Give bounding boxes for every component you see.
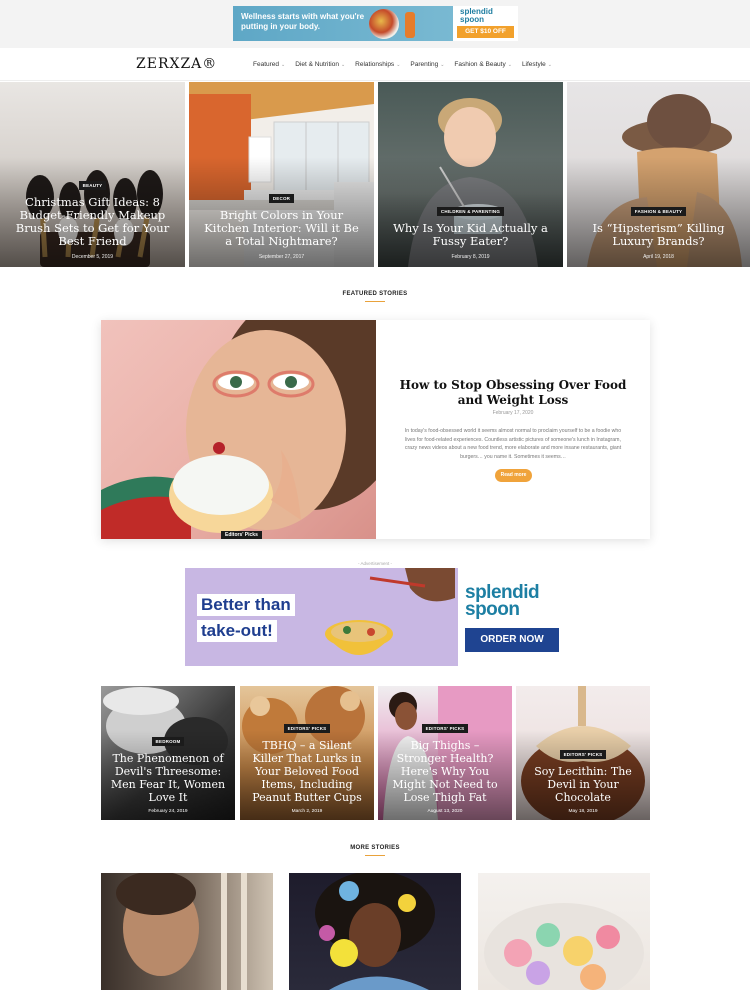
- site-header: ZERXZA® Featured ⌄ Diet & Nutrition ⌄ Rela…: [0, 48, 750, 81]
- section-divider: [365, 855, 385, 856]
- main-nav: Featured ⌄ Diet & Nutrition ⌄ Relationship…: [253, 61, 552, 68]
- post-date: March 2, 2019: [291, 809, 323, 814]
- featured-post-body: How to Stop Obsessing Over Food and Weig…: [376, 320, 650, 539]
- post-title[interactable]: Soy Lecithin: The Devil in Your Chocolat…: [522, 765, 644, 804]
- category-badge[interactable]: DECOR: [268, 194, 295, 203]
- nav-item-lifestyle[interactable]: Lifestyle ⌄: [522, 61, 552, 68]
- post-date: February 24, 2019: [148, 809, 188, 814]
- section-heading-more: MORE STORIES: [350, 845, 400, 851]
- man-portrait-image: [116, 873, 247, 990]
- featured-post-card: Editors' Picks How to Stop Obsessing Ove…: [101, 320, 650, 539]
- category-badge[interactable]: Editors' Picks: [221, 531, 262, 539]
- post-title[interactable]: Big Thighs – Stronger Health? Here's Why…: [384, 739, 506, 804]
- nav-item-featured[interactable]: Featured ⌄: [253, 61, 285, 68]
- hero-post-content: CHILDREN & PARENTING Why Is Your Kid Act…: [378, 200, 563, 260]
- hero-post-content: BEAUTY Christmas Gift Ideas: 8 Budget-Fr…: [0, 174, 185, 260]
- chevron-down-icon: ⌄: [340, 61, 346, 68]
- post-title[interactable]: Christmas Gift Ideas: 8 Budget-Friendly …: [10, 196, 175, 248]
- grid-post-content: EDITORS' PICKS Soy Lecithin: The Devil i…: [516, 743, 650, 814]
- grid-post-content: EDITORS' PICKS TBHQ – a Silent Killer Th…: [240, 717, 374, 814]
- featured-post-excerpt: In today's food-obsessed world it seems …: [404, 428, 622, 460]
- category-badge[interactable]: BEDROOM: [151, 737, 185, 746]
- ad-brand-line2: spoon: [465, 599, 520, 620]
- chevron-down-icon: ⌄: [396, 61, 401, 68]
- nav-item-label: Lifestyle: [521, 61, 546, 68]
- top-ad-cta-button[interactable]: GET $10 OFF: [457, 26, 514, 38]
- grid-post-content: BEDROOM The Phenomenon of Devil's Threes…: [101, 730, 235, 814]
- post-title[interactable]: Bright Colors in Your Kitchen Interior: …: [199, 209, 364, 248]
- nav-item-label: Diet & Nutrition: [295, 61, 339, 68]
- nav-item-label: Parenting: [410, 61, 439, 68]
- top-ad-bottle-image: [405, 12, 415, 38]
- more-story-image-man[interactable]: [101, 873, 273, 990]
- grid-post-card[interactable]: EDITORS' PICKS TBHQ – a Silent Killer Th…: [240, 686, 374, 820]
- featured-post-title[interactable]: How to Stop Obsessing Over Food and Weig…: [398, 378, 628, 408]
- ad-headline-line2: take-out!: [197, 620, 277, 642]
- chevron-down-icon: ⌄: [281, 61, 286, 68]
- top-ad-brand: splendid spoon: [460, 7, 493, 24]
- ad-brand-logo: splendid spoon: [465, 583, 565, 620]
- post-title[interactable]: Is “Hipsterism” Killing Luxury Brands?: [577, 222, 740, 248]
- grid-post-card[interactable]: EDITORS' PICKS Soy Lecithin: The Devil i…: [516, 686, 650, 820]
- category-badge[interactable]: FASHION & BEAUTY: [630, 207, 687, 216]
- nav-item-label: Fashion & Beauty: [454, 61, 506, 68]
- hero-post-card[interactable]: FASHION & BEAUTY Is “Hipsterism” Killing…: [567, 82, 750, 267]
- nav-item-diet-nutrition[interactable]: Diet & Nutrition ⌄: [295, 61, 345, 68]
- site-logo[interactable]: ZERXZA®: [136, 56, 217, 72]
- nav-item-label: Relationships: [355, 61, 395, 68]
- featured-post-date: February 17, 2020: [492, 410, 534, 416]
- hero-post-content: DECOR Bright Colors in Your Kitchen Inte…: [189, 187, 374, 260]
- hero-post-card[interactable]: DECOR Bright Colors in Your Kitchen Inte…: [189, 82, 374, 267]
- category-badge[interactable]: EDITORS' PICKS: [283, 724, 331, 733]
- top-ad-brand-panel: splendid spoon GET $10 OFF: [453, 6, 518, 41]
- category-badge[interactable]: EDITORS' PICKS: [421, 724, 469, 733]
- candy-jar-image: [484, 903, 644, 990]
- category-badge[interactable]: EDITORS' PICKS: [559, 750, 607, 759]
- nav-item-fashion-beauty[interactable]: Fashion & Beauty ⌄: [454, 61, 512, 68]
- category-badge[interactable]: CHILDREN & PARENTING: [436, 207, 505, 216]
- more-story-image-candy[interactable]: [478, 873, 650, 990]
- post-date: February 8, 2019: [451, 254, 490, 260]
- featured-post-image[interactable]: Editors' Picks: [101, 320, 376, 539]
- advertisement-label: - Advertisement -: [357, 561, 392, 566]
- category-badge[interactable]: BEAUTY: [78, 181, 107, 190]
- nav-item-label: Featured: [253, 61, 280, 68]
- top-banner-ad[interactable]: Wellness starts with what you're putting…: [233, 6, 518, 41]
- post-date: September 27, 2017: [258, 254, 305, 260]
- hero-post-card[interactable]: CHILDREN & PARENTING Why Is Your Kid Act…: [378, 82, 563, 267]
- post-title[interactable]: Why Is Your Kid Actually a Fussy Eater?: [388, 222, 553, 248]
- mid-ad-brand-panel[interactable]: splendid spoon ORDER NOW: [458, 568, 565, 666]
- more-story-image-woman[interactable]: [289, 873, 461, 990]
- chevron-down-icon: ⌄: [547, 61, 552, 68]
- ad-headline-line1: Better than: [197, 594, 295, 616]
- nav-item-parenting[interactable]: Parenting ⌄: [410, 61, 444, 68]
- top-ad-bowl-image: [369, 9, 399, 39]
- section-heading-featured: FEATURED STORIES: [342, 291, 408, 297]
- post-date: December 5, 2019: [71, 254, 114, 260]
- grid-post-card[interactable]: BEDROOM The Phenomenon of Devil's Threes…: [101, 686, 235, 820]
- hero-post-content: FASHION & BEAUTY Is “Hipsterism” Killing…: [567, 200, 750, 260]
- top-ad-text: Wellness starts with what you're putting…: [241, 12, 365, 31]
- chevron-down-icon: ⌄: [507, 61, 512, 68]
- top-ad-image: Wellness starts with what you're putting…: [233, 6, 453, 41]
- woman-eating-donut-image: [101, 320, 376, 539]
- post-date: April 19, 2018: [643, 254, 674, 260]
- nav-item-relationships[interactable]: Relationships ⌄: [355, 61, 400, 68]
- chevron-down-icon: ⌄: [440, 61, 445, 68]
- mid-banner-ad[interactable]: Better than take-out!: [185, 568, 458, 666]
- woman-flowers-image: [315, 873, 435, 990]
- post-title[interactable]: TBHQ – a Silent Killer That Lurks in You…: [246, 739, 368, 804]
- post-date: August 13, 2020: [427, 809, 463, 814]
- grid-post-card[interactable]: EDITORS' PICKS Big Thighs – Stronger Hea…: [378, 686, 512, 820]
- grid-post-content: EDITORS' PICKS Big Thighs – Stronger Hea…: [378, 717, 512, 814]
- post-date: May 18, 2019: [568, 809, 598, 814]
- hand-chopsticks-image: [369, 568, 455, 602]
- order-now-button[interactable]: ORDER NOW: [465, 628, 559, 652]
- section-divider: [365, 301, 385, 302]
- top-ad-strip: Wellness starts with what you're putting…: [0, 0, 750, 48]
- post-title[interactable]: The Phenomenon of Devil's Threesome: Men…: [107, 752, 229, 804]
- hero-post-card[interactable]: BEAUTY Christmas Gift Ideas: 8 Budget-Fr…: [0, 82, 185, 267]
- read-more-button[interactable]: Read more: [495, 469, 532, 482]
